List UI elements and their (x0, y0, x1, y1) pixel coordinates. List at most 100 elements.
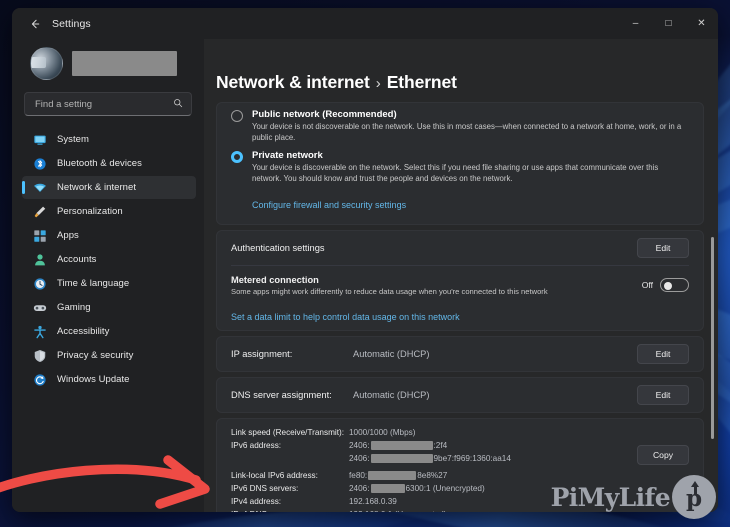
wifi-icon (33, 181, 47, 195)
scrollbar-thumb[interactable] (711, 236, 714, 440)
sidebar-item-label: Windows Update (57, 374, 130, 385)
breadcrumb-leaf: Ethernet (386, 72, 457, 92)
value-prefix: fe80: (349, 471, 368, 481)
bluetooth-icon (33, 157, 47, 171)
maximize-button[interactable]: □ (652, 8, 685, 39)
property-key: IPv6 address: (231, 441, 282, 451)
sidebar-item-label: Bluetooth & devices (57, 158, 142, 169)
back-arrow-icon[interactable] (20, 11, 50, 37)
authentication-metered-card: Authentication settings Edit Metered con… (216, 230, 704, 332)
clock-icon (33, 277, 47, 291)
breadcrumb: Network & internet › Ethernet (216, 39, 718, 103)
value-suffix: 8e8%27 (417, 471, 448, 481)
search-input[interactable] (33, 97, 173, 111)
metered-toggle-state: Off (641, 280, 653, 291)
title-bar: Settings – □ ✕ (12, 8, 718, 39)
paintbrush-icon (33, 205, 47, 219)
dns-assignment-edit-button[interactable]: Edit (637, 385, 689, 406)
person-icon (33, 253, 47, 267)
main-pane: Network & internet › Ethernet Public netwo… (204, 39, 718, 512)
scrollbar-track[interactable] (711, 103, 714, 508)
copy-button[interactable]: Copy (637, 445, 689, 466)
authentication-settings-row: Authentication settings Edit (231, 231, 689, 265)
sidebar-item-privacy-security[interactable]: Privacy & security (22, 344, 196, 367)
minimize-button[interactable]: – (619, 8, 652, 39)
ip-assignment-edit-button[interactable]: Edit (637, 344, 689, 365)
sidebar-item-bluetooth-devices[interactable]: Bluetooth & devices (22, 152, 196, 175)
private-network-radio[interactable] (231, 150, 243, 163)
sidebar-item-accessibility[interactable]: Accessibility (22, 320, 196, 343)
account-header[interactable] (22, 39, 196, 90)
toggle-knob (663, 281, 672, 290)
public-network-radio[interactable] (231, 110, 243, 122)
sidebar-item-network-internet[interactable]: Network & internet (22, 176, 196, 199)
sidebar-item-gaming[interactable]: Gaming (22, 296, 196, 319)
value-suffix: 9be7:f969:1360:aa14 (433, 454, 511, 464)
property-row: IPv6 DNS servers: 2406: 6300:1 (Unencrypt… (231, 482, 689, 495)
monitor-icon (33, 133, 47, 147)
property-value: 192.168.0.1 (Unencrypted) (349, 508, 446, 512)
private-network-option[interactable]: Private network Your device is discovera… (231, 146, 689, 187)
property-row: 2406: 9be7:f969:1360:aa14 (231, 452, 689, 465)
property-row: IPv6 address: 2406: :2f4 (231, 439, 689, 452)
breadcrumb-separator: › (375, 75, 381, 92)
accessibility-icon (33, 325, 47, 339)
redaction-block (370, 484, 405, 493)
breadcrumb-root[interactable]: Network & internet (216, 72, 370, 92)
public-network-option[interactable]: Public network (Recommended) Your device… (231, 103, 689, 146)
property-value: 2406: :2f4 (349, 439, 447, 452)
property-key: Link-local IPv6 address: (231, 471, 318, 481)
sidebar-item-label: Privacy & security (57, 350, 134, 361)
authentication-edit-button[interactable]: Edit (637, 238, 689, 259)
sidebar-item-label: Gaming (57, 302, 91, 313)
property-row: Link-local IPv6 address: fe80: 8e8%27 (231, 469, 689, 482)
sidebar-item-label: Time & language (57, 278, 130, 289)
avatar (30, 47, 63, 80)
sidebar-item-label: Apps (57, 230, 79, 241)
ip-assignment-card: IP assignment: Automatic (DHCP) Edit (216, 336, 704, 373)
dns-assignment-label: DNS server assignment: (231, 390, 332, 401)
value-suffix: 6300:1 (Unencrypted) (405, 484, 485, 494)
sidebar-item-system[interactable]: System (22, 128, 196, 151)
window-controls: – □ ✕ (619, 8, 718, 39)
metered-toggle-group: Off (641, 278, 689, 293)
data-limit-link[interactable]: Set a data limit to help control data us… (231, 312, 460, 322)
property-key: IPv4 DNS servers: (231, 508, 349, 512)
redaction-block (370, 454, 433, 463)
dns-assignment-row: DNS server assignment: Automatic (DHCP) … (231, 378, 689, 412)
sidebar-item-label: Network & internet (57, 182, 137, 193)
close-button[interactable]: ✕ (685, 8, 718, 39)
sidebar-item-accounts[interactable]: Accounts (22, 248, 196, 271)
metered-connection-row: Metered connection Some apps might work … (231, 265, 689, 304)
sidebar-item-windows-update[interactable]: Windows Update (22, 368, 196, 391)
dns-assignment-card: DNS server assignment: Automatic (DHCP) … (216, 377, 704, 414)
property-key: IPv4 address: (231, 497, 282, 507)
value-prefix: 2406: (349, 441, 370, 451)
sidebar-item-label: Personalization (57, 206, 123, 217)
username-redaction (72, 51, 177, 76)
network-profile-card: Public network (Recommended) Your device… (216, 102, 704, 226)
property-value: 2406: 9be7:f969:1360:aa14 (349, 452, 511, 465)
refresh-icon (33, 373, 47, 387)
sidebar-item-time-language[interactable]: Time & language (22, 272, 196, 295)
redaction-block (368, 471, 417, 480)
value-prefix: 2406: (349, 484, 370, 494)
authentication-settings-label: Authentication settings (231, 243, 325, 254)
app-title: Settings (52, 17, 91, 30)
search-box[interactable] (24, 92, 192, 116)
property-value: 192.168.0.39 (349, 497, 397, 507)
sidebar-item-apps[interactable]: Apps (22, 224, 196, 247)
apps-icon (33, 229, 47, 243)
copy-button-wrap: Copy (637, 445, 689, 466)
configure-firewall-link[interactable]: Configure firewall and security settings (252, 200, 406, 210)
sidebar-nav: System Bluetooth & devices Network & int… (22, 128, 196, 391)
property-key: IPv6 DNS servers: (231, 484, 299, 494)
private-network-description: Your device is discoverable on the netwo… (252, 162, 659, 183)
public-network-description: Your device is not discoverable on the n… (252, 122, 682, 143)
value-suffix: :2f4 (433, 441, 448, 451)
sidebar-item-personalization[interactable]: Personalization (22, 200, 196, 223)
dns-assignment-value: Automatic (DHCP) (353, 390, 430, 401)
property-key: Link speed (Receive/Transmit): (231, 428, 344, 438)
sidebar-item-label: System (57, 134, 89, 145)
metered-connection-toggle[interactable] (660, 278, 689, 293)
